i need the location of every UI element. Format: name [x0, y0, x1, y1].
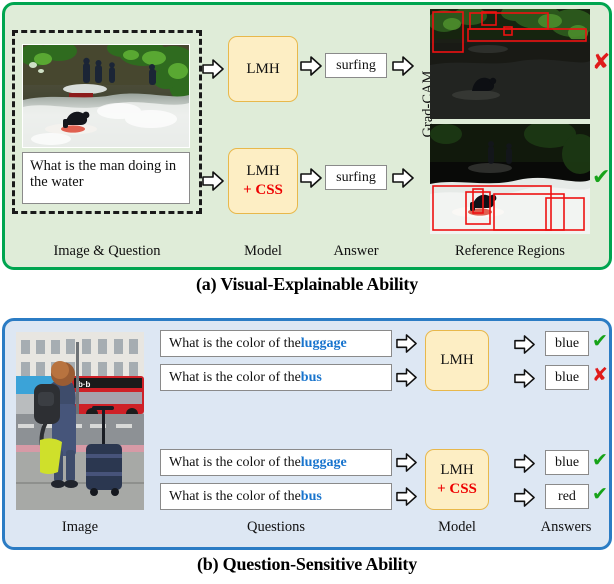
question-box-2: What is the color of the bus: [160, 364, 392, 391]
question-prefix: What is the color of the: [169, 488, 301, 504]
verdict-tick-b1: ✔: [592, 330, 608, 352]
surfing-photo-svg: [23, 45, 189, 147]
question-keyword: bus: [300, 369, 322, 385]
reference-regions-image-bottom: [430, 124, 590, 234]
verdict-tick-bottom: ✔: [592, 165, 611, 190]
model-box-label: LMH: [440, 352, 474, 369]
verdict-cross-b2: ✘: [592, 364, 608, 386]
column-label-questions-b: Questions: [247, 519, 305, 535]
answer-box-b1: blue: [545, 331, 589, 356]
question-box-1: What is the color of the luggage: [160, 330, 392, 357]
question-prefix: What is the color of the: [169, 335, 301, 351]
model-box-label: LMH: [246, 163, 280, 180]
arrow-model-to-answer-top: [300, 55, 322, 77]
answer-box-b4: red: [545, 484, 589, 509]
column-label-model-b: Model: [438, 519, 476, 535]
arrow-question1-to-model: [396, 333, 417, 354]
arrow-model-to-answer-b1: [514, 334, 535, 355]
reference-regions-svg-top: [430, 9, 590, 119]
answer-box-b2: blue: [545, 365, 589, 390]
verdict-tick-b3: ✔: [592, 449, 608, 471]
svg-text:b·b: b·b: [78, 380, 91, 389]
arrow-question4-to-model: [396, 486, 417, 507]
arrow-question3-to-model: [396, 452, 417, 473]
question-box-4: What is the color of the bus: [160, 483, 392, 510]
bus-stop-photo-svg: b·b: [16, 332, 144, 510]
column-label-image-b: Image: [61, 519, 99, 535]
model-box-lmh-css-bottom[interactable]: LMH + CSS: [228, 148, 298, 214]
model-box-label: LMH: [246, 60, 280, 77]
question-box-3: What is the color of the luggage: [160, 449, 392, 476]
answer-box-top: surfing: [325, 53, 387, 78]
column-label-reference-regions: Reference Regions: [455, 243, 565, 259]
arrow-model-to-answer-bottom: [300, 167, 322, 189]
panel-a-caption: (a) Visual-Explainable Ability: [195, 274, 419, 294]
column-label-answers-b: Answers: [540, 519, 592, 535]
arrow-model-to-answer-b2: [514, 368, 535, 389]
bus-stop-photo: b·b: [16, 332, 144, 510]
question-keyword: bus: [300, 488, 322, 504]
arrow-model-to-answer-b3: [514, 453, 535, 474]
arrow-image-to-model-top: [202, 58, 224, 80]
arrow-question2-to-model: [396, 367, 417, 388]
model-box-css-label: + CSS: [243, 182, 283, 198]
model-box-lmh-css-b[interactable]: LMH + CSS: [425, 449, 489, 510]
reference-regions-image-top: [430, 9, 590, 119]
question-prefix: What is the color of the: [169, 454, 301, 470]
arrow-answer-to-regions-bottom: [392, 167, 414, 189]
verdict-tick-b4: ✔: [592, 483, 608, 505]
question-keyword: luggage: [300, 454, 347, 470]
question-keyword: luggage: [300, 335, 347, 351]
question-prefix: What is the color of the: [169, 369, 301, 385]
arrow-answer-to-regions-top: [392, 55, 414, 77]
model-box-label: LMH: [440, 461, 474, 478]
model-box-lmh-b[interactable]: LMH: [425, 330, 489, 391]
surfing-photo: [22, 44, 190, 148]
answer-box-bottom: surfing: [325, 165, 387, 190]
verdict-cross-top: ✘: [592, 50, 611, 75]
arrow-model-to-answer-b4: [514, 487, 535, 508]
answer-box-b3: blue: [545, 450, 589, 475]
arrow-question-to-model-bottom: [202, 170, 224, 192]
column-label-answer-a: Answer: [333, 243, 379, 259]
model-box-css-label: + CSS: [437, 480, 477, 497]
panel-b-caption: (b) Question-Sensitive Ability: [196, 554, 418, 574]
question-text-box: What is the man doing in the water: [22, 152, 190, 204]
model-box-lmh-top[interactable]: LMH: [228, 36, 298, 102]
reference-regions-svg-bottom: [430, 124, 590, 234]
column-label-model-a: Model: [244, 243, 282, 259]
column-label-image-question: Image & Question: [53, 243, 161, 259]
